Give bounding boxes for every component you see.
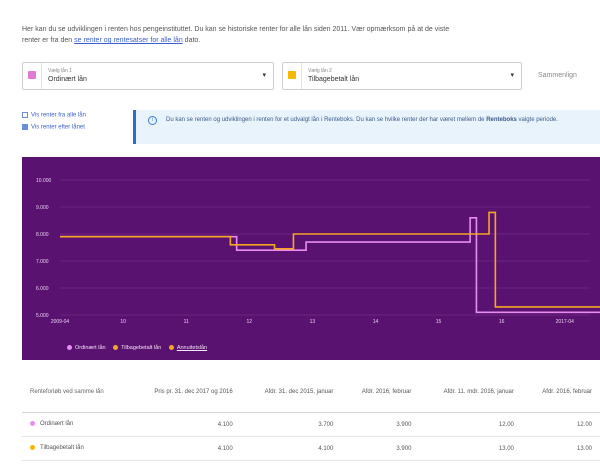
- table-cell: 3.700: [240, 412, 342, 437]
- rate-table: Renteforløb ved samme lån Pris pr. 31. d…: [22, 372, 600, 461]
- loan-2-label: Vælg lån 2: [308, 68, 332, 74]
- x-tick-label: 14: [373, 319, 379, 325]
- table-header-row: Renteforløb ved samme lån Pris pr. 31. d…: [22, 372, 600, 413]
- y-tick-label: 5.000: [36, 313, 49, 319]
- x-tick-label: 2017-04: [556, 319, 575, 325]
- column-header: Afdr. 31. dec 2015, januar: [240, 372, 342, 413]
- x-tick-label: 11: [184, 319, 189, 325]
- table-cell: 4.100: [128, 412, 241, 437]
- column-header: Pris pr. 31. dec 2017 og 2016: [128, 372, 241, 413]
- rates-link[interactable]: se renter og rentesatser for alle lån: [74, 37, 183, 44]
- x-tick-label: 10: [120, 319, 126, 325]
- table-cell: 3.900: [341, 436, 420, 461]
- x-tick-label: 13: [310, 319, 316, 325]
- x-tick-label: 12: [247, 319, 253, 325]
- table-cell: 4.100: [128, 436, 241, 461]
- checkbox-box[interactable]: [22, 112, 28, 118]
- table-cell: 3.900: [341, 412, 420, 437]
- y-tick-label: 7.000: [36, 259, 49, 265]
- table-cell: 12.00: [419, 412, 522, 437]
- column-header: Renteforløb ved samme lån: [22, 372, 129, 413]
- intro-text: Her kan du se udviklingen i renten hos p…: [22, 26, 450, 44]
- row-name: Tilbagebetalt lån: [22, 436, 129, 461]
- info-box: i Du kan se renten og udviklingen i rent…: [133, 110, 600, 144]
- table-cell: 12.00: [521, 412, 600, 437]
- loan-2-select[interactable]: Vælg lån 2 Tilbagebetalt lån ▾: [282, 62, 522, 90]
- row-name: Ordinært lån: [22, 412, 129, 437]
- series-line-0[interactable]: [60, 216, 600, 314]
- legend-item[interactable]: Ordinært lån: [67, 345, 106, 351]
- checkbox-after-loan[interactable]: Vis renter efter lånet: [22, 124, 85, 131]
- loan-1-value: Ordinært lån: [48, 76, 87, 83]
- loan-1-select[interactable]: Vælg lån 1 Ordinært lån ▾: [22, 62, 274, 90]
- chart-canvas: 10.000 9.000 8.000 7.000 6.000 5.0002009-04 10…: [36, 178, 600, 325]
- column-header: Afdr. 2016, februar: [521, 372, 600, 413]
- legend-item[interactable]: Tilbagebetalt lån: [113, 345, 161, 351]
- chevron-down-icon: ▾: [510, 72, 514, 79]
- info-text: Du kan se renten og udviklingen i renten…: [166, 117, 558, 123]
- y-tick-label: 6.000: [36, 286, 49, 292]
- chart-legend: Ordinært lån Tilbagebetalt lån Annuitets…: [67, 345, 213, 351]
- y-tick-label: 10.000: [36, 178, 52, 184]
- table-cell: 13.00: [521, 436, 600, 461]
- info-icon: i: [148, 116, 157, 125]
- loan-2-swatch: [283, 63, 302, 89]
- x-tick-label: 16: [499, 319, 505, 325]
- table-row: Ordinært lån 4.100 3.700 3.900 12.00 12.…: [22, 412, 600, 437]
- loan-1-swatch: [23, 63, 42, 89]
- checkbox-box[interactable]: [22, 124, 28, 130]
- table-cell: 4.100: [240, 436, 342, 461]
- x-tick-label: 15: [436, 319, 442, 325]
- table-cell: 13.00: [419, 436, 522, 461]
- column-header: Afdr. 2016, februar: [341, 372, 420, 413]
- rate-chart: 10.000 9.000 8.000 7.000 6.000 5.000 2009-04 10…: [22, 157, 600, 360]
- y-tick-label: 9.000: [36, 205, 49, 211]
- checkbox-all-loans[interactable]: Vis renter fra alle lån: [22, 112, 86, 119]
- chevron-down-icon: ▾: [262, 72, 266, 79]
- loan-2-value: Tilbagebetalt lån: [308, 76, 360, 83]
- loan-1-label: Vælg lån 1: [48, 68, 72, 74]
- column-header: Afdr. 11. mdr. 2016, januar: [419, 372, 522, 413]
- table-row: Tilbagebetalt lån 4.100 4.100 3.900 13.0…: [22, 436, 600, 461]
- y-tick-label: 8.000: [36, 232, 49, 238]
- x-tick-label: 2009-04: [51, 319, 70, 325]
- series-line-1[interactable]: [60, 211, 600, 308]
- legend-item[interactable]: Annuitetslån: [168, 345, 207, 351]
- compare-button[interactable]: Sammenlign: [532, 62, 600, 90]
